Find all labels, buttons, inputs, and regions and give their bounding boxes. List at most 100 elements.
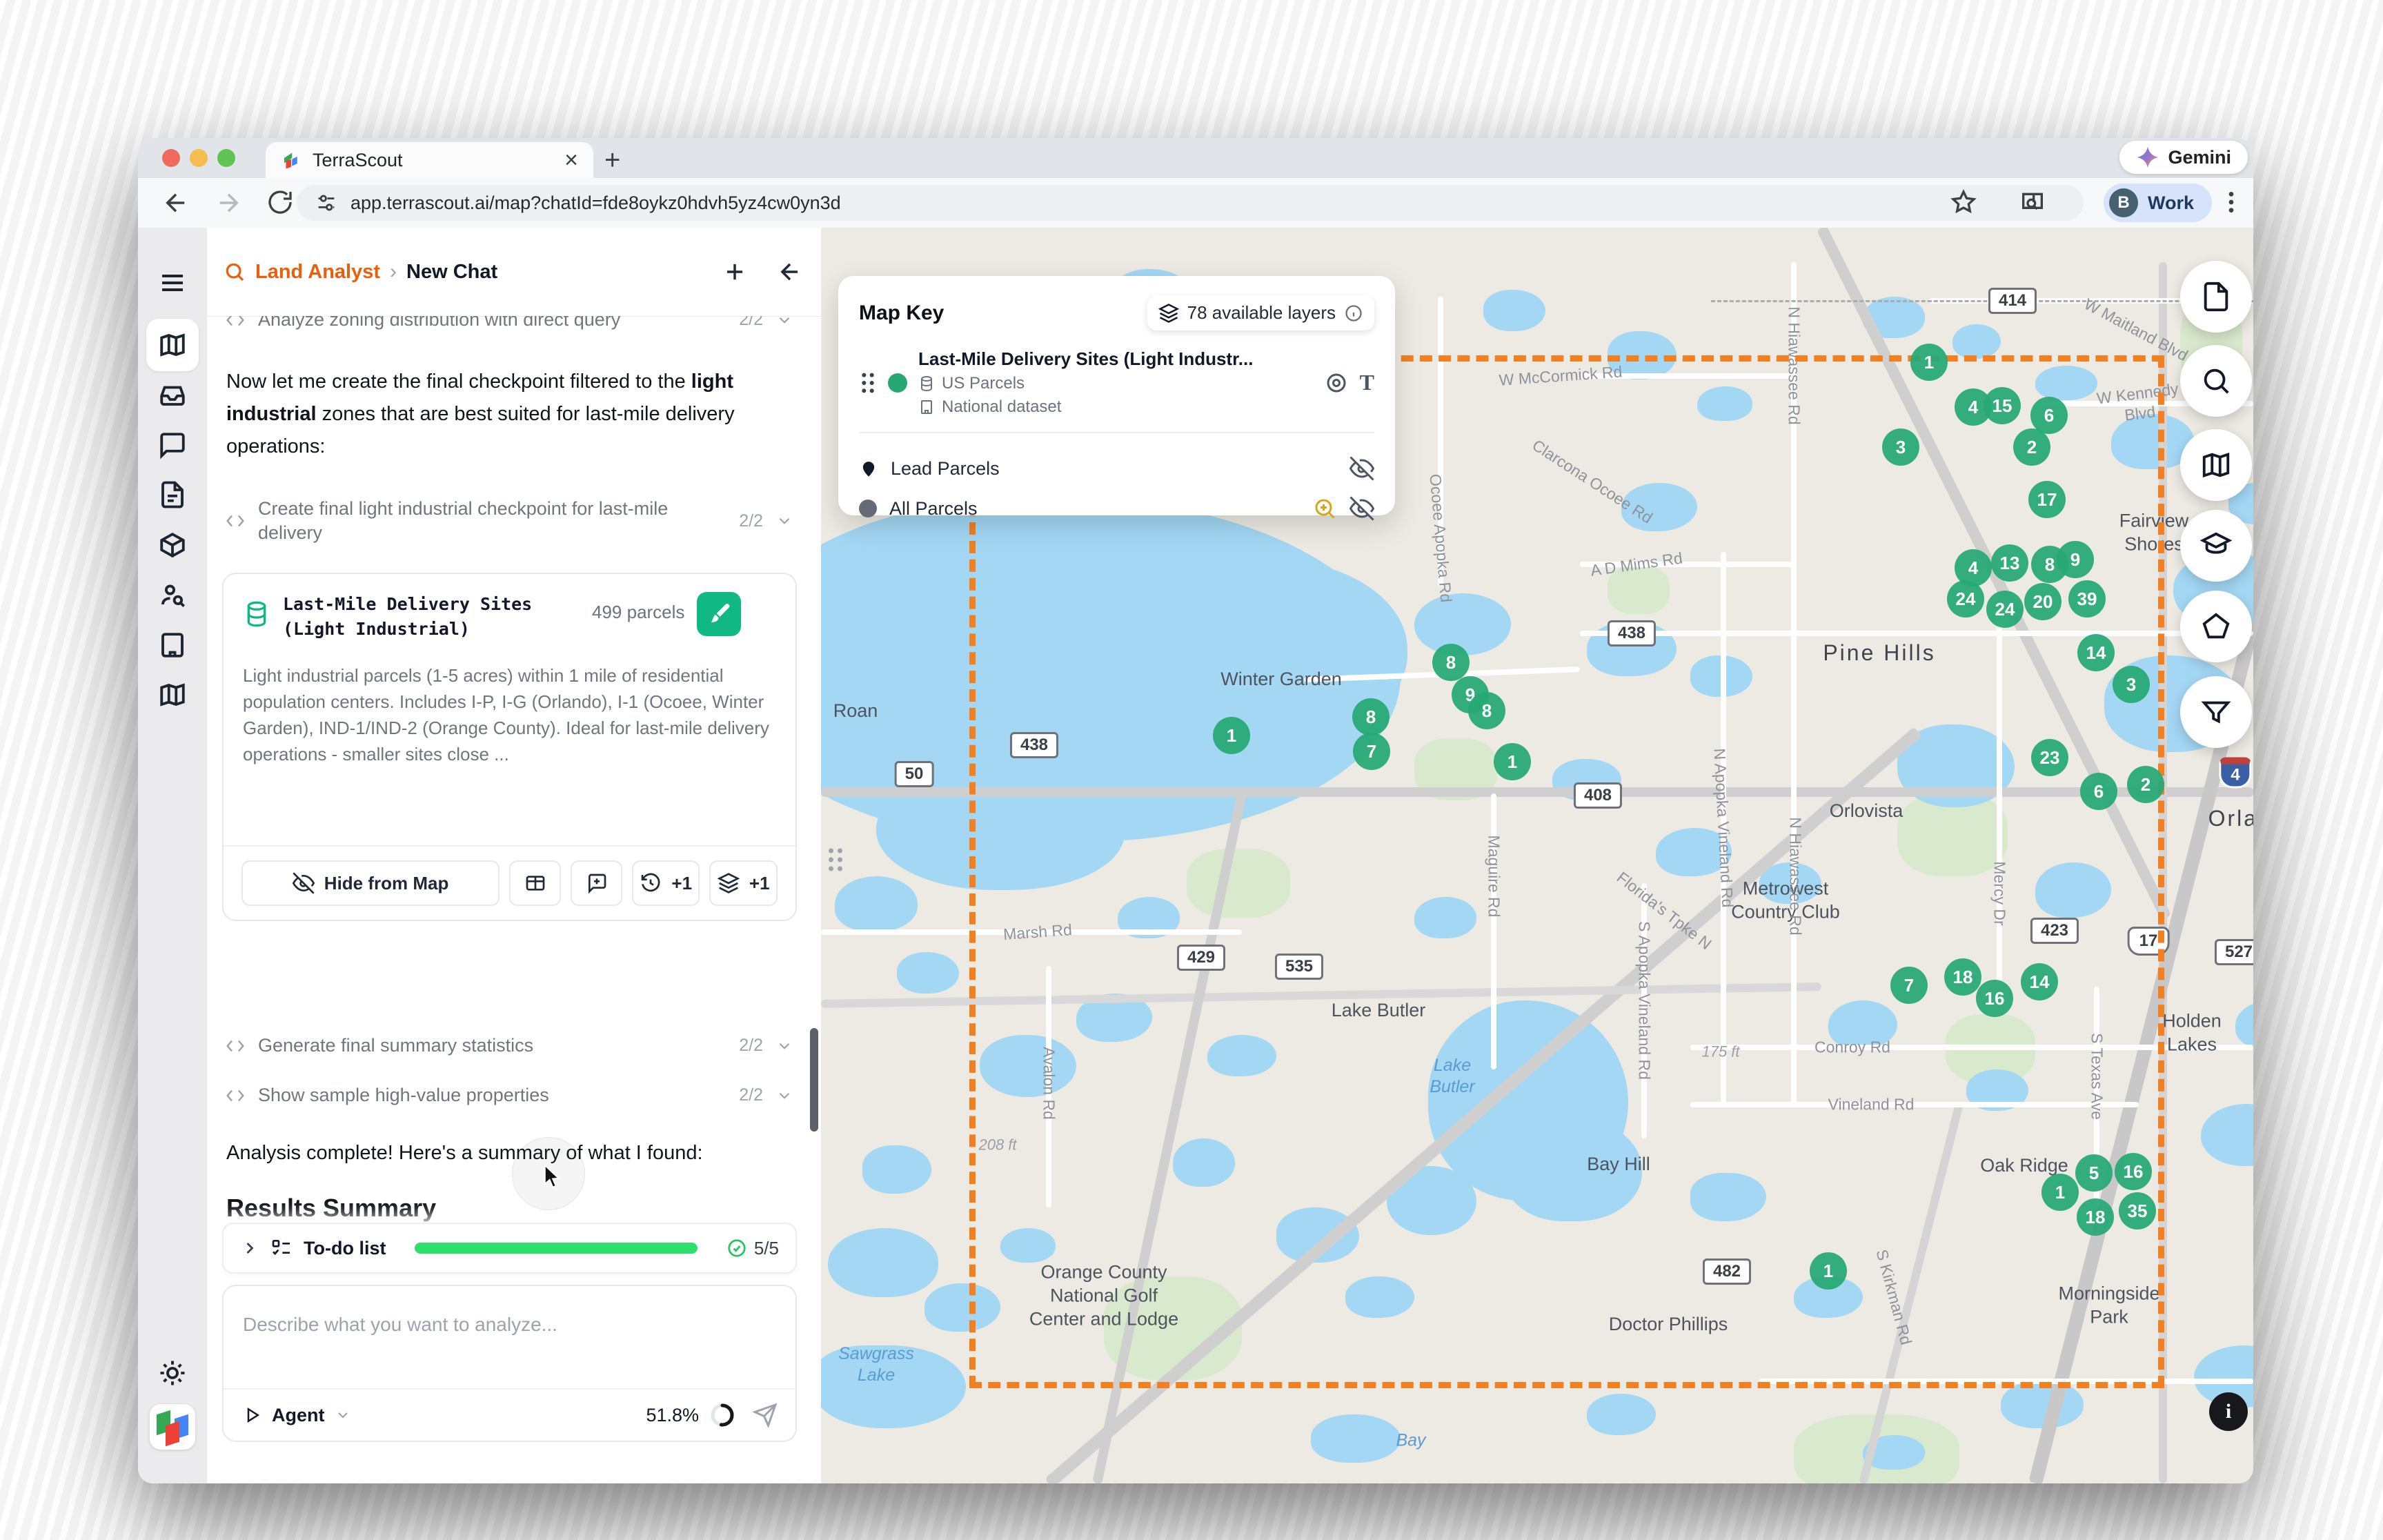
step-row[interactable]: Analyze zoning distribution with direct … [225, 316, 793, 332]
reload-icon[interactable] [266, 188, 294, 216]
cluster-marker[interactable]: 1 [2041, 1174, 2079, 1211]
todo-list-bar[interactable]: To-do list 5/5 [222, 1223, 797, 1274]
cluster-marker[interactable]: 1 [1810, 1252, 1847, 1290]
cluster-marker[interactable]: 15 [1984, 387, 2021, 424]
table-view-button[interactable] [509, 860, 562, 906]
cluster-marker[interactable]: 20 [2024, 583, 2061, 620]
chat-input[interactable]: Describe what you want to analyze... [243, 1314, 557, 1336]
sidebar-item-map-icon[interactable] [158, 330, 187, 359]
step-row[interactable]: Create final light industrial checkpoint… [225, 497, 793, 545]
panel-resize-handle[interactable] [827, 846, 844, 873]
comment-button[interactable] [571, 860, 622, 906]
cluster-marker[interactable]: 35 [2119, 1192, 2156, 1230]
chevron-down-icon[interactable] [335, 1407, 351, 1423]
hide-from-map-button[interactable]: Hide from Map [241, 860, 500, 906]
drag-handle-icon[interactable] [859, 371, 877, 395]
chevron-down-icon[interactable] [775, 1037, 793, 1055]
gemini-badge[interactable]: Gemini [2119, 141, 2248, 174]
style-layer-button[interactable] [697, 592, 742, 636]
cluster-marker[interactable]: 8 [1468, 692, 1505, 729]
map-search-button[interactable] [2180, 345, 2252, 417]
available-layers-pill[interactable]: 78 available layers [1147, 295, 1374, 330]
bookmark-star-icon[interactable] [1950, 188, 1977, 216]
cluster-marker[interactable]: 5 [2075, 1154, 2113, 1192]
cluster-marker[interactable]: 13 [1991, 544, 2028, 582]
draw-polygon-button[interactable] [2180, 591, 2252, 662]
cluster-marker[interactable]: 39 [2068, 580, 2106, 618]
cluster-marker[interactable]: 23 [2031, 739, 2068, 776]
layers-button[interactable]: +1 [709, 860, 778, 906]
cluster-marker[interactable]: 18 [1944, 958, 1981, 996]
history-button[interactable]: +1 [631, 860, 700, 906]
back-icon[interactable] [161, 188, 190, 217]
chevron-down-icon[interactable] [775, 1087, 793, 1105]
cluster-marker[interactable]: 17 [2028, 481, 2066, 518]
mode-selector[interactable]: Agent [272, 1405, 325, 1426]
layer-color-swatch[interactable] [888, 373, 907, 393]
cluster-marker[interactable]: 9 [2057, 541, 2094, 578]
forward-icon[interactable] [214, 188, 243, 217]
cluster-marker[interactable]: 7 [1353, 733, 1390, 770]
menu-hamburger-icon[interactable] [159, 269, 186, 297]
report-button[interactable] [2180, 261, 2252, 333]
window-close-button[interactable] [162, 149, 180, 167]
new-tab-button[interactable]: + [604, 145, 620, 176]
label-toggle-icon[interactable]: T [1360, 370, 1374, 395]
cluster-marker[interactable]: 14 [2077, 634, 2115, 671]
filter-button[interactable] [2180, 676, 2252, 748]
cluster-marker[interactable]: 1 [1910, 344, 1948, 381]
sidebar-item-chat-icon[interactable] [158, 431, 187, 460]
cluster-marker[interactable]: 2 [2013, 428, 2050, 466]
step-row[interactable]: Generate final summary statistics 2/2 [225, 1034, 793, 1058]
cluster-marker[interactable]: 14 [2021, 963, 2058, 1000]
chevron-down-icon[interactable] [775, 512, 793, 530]
zoom-in-icon[interactable] [1312, 496, 1337, 521]
window-zoom-button[interactable] [217, 149, 235, 167]
eye-off-icon[interactable] [1349, 496, 1374, 521]
new-chat-button[interactable] [722, 259, 748, 285]
sidebar-item-building-icon[interactable] [158, 631, 187, 660]
eye-off-icon[interactable] [1349, 456, 1374, 481]
menu-kebab-icon[interactable] [2217, 188, 2245, 216]
cluster-marker[interactable]: 3 [1882, 428, 1919, 466]
profile-chip[interactable]: B Work [2103, 184, 2212, 222]
cluster-marker[interactable]: 1 [1213, 717, 1250, 754]
cluster-marker[interactable]: 7 [1890, 967, 1928, 1004]
basemap-button[interactable] [2180, 429, 2252, 501]
send-icon[interactable] [753, 1403, 778, 1428]
browser-tab[interactable]: TerraScout × [266, 142, 593, 178]
cluster-marker[interactable]: 24 [1947, 580, 1984, 618]
cluster-marker[interactable]: 3 [2113, 666, 2150, 703]
sidebar-item-package-icon[interactable] [158, 531, 187, 560]
cluster-marker[interactable]: 18 [2077, 1198, 2114, 1236]
side-panel-search-icon[interactable] [2019, 188, 2046, 216]
map-canvas[interactable]: 414 438 438 50 408 429 535 423 482 527 17 4 Winter G… [821, 228, 2253, 1483]
collapse-back-button[interactable] [777, 259, 803, 285]
info-icon[interactable] [1344, 304, 1363, 323]
chat-scrollbar[interactable] [810, 1028, 818, 1132]
chevron-right-icon[interactable] [240, 1238, 259, 1258]
sidebar-item-document-icon[interactable] [158, 480, 187, 509]
theme-toggle-sun-icon[interactable] [158, 1359, 187, 1388]
sidebar-item-inbox-icon[interactable] [158, 380, 187, 409]
chevron-down-icon[interactable] [775, 316, 793, 329]
site-settings-icon[interactable] [315, 191, 338, 215]
cluster-marker[interactable]: 24 [1986, 591, 2024, 628]
cluster-marker[interactable]: 8 [1432, 644, 1470, 681]
sidebar-item-atlas-icon[interactable] [158, 680, 187, 709]
cluster-marker[interactable]: 6 [2080, 773, 2117, 810]
map-info-button[interactable]: i [2209, 1392, 2248, 1431]
terrascout-logo[interactable] [150, 1404, 195, 1450]
cluster-marker[interactable]: 8 [1352, 698, 1390, 736]
cluster-marker[interactable]: 16 [2115, 1153, 2152, 1190]
tab-close-icon[interactable]: × [564, 148, 578, 172]
breadcrumb-agent[interactable]: Land Analyst [255, 261, 380, 284]
window-minimize-button[interactable] [190, 149, 208, 167]
cluster-marker[interactable]: 2 [2127, 766, 2164, 803]
layer-visibility-icon[interactable] [1324, 371, 1349, 395]
url-bar[interactable]: app.terrascout.ai/map?chatId=fde8oykz0hd… [297, 185, 2084, 221]
sidebar-item-person-search-icon[interactable] [158, 580, 187, 609]
cluster-marker[interactable]: 1 [1494, 743, 1531, 780]
layers-stack-button[interactable] [2180, 510, 2252, 582]
step-row[interactable]: Show sample high-value properties 2/2 [225, 1083, 793, 1107]
